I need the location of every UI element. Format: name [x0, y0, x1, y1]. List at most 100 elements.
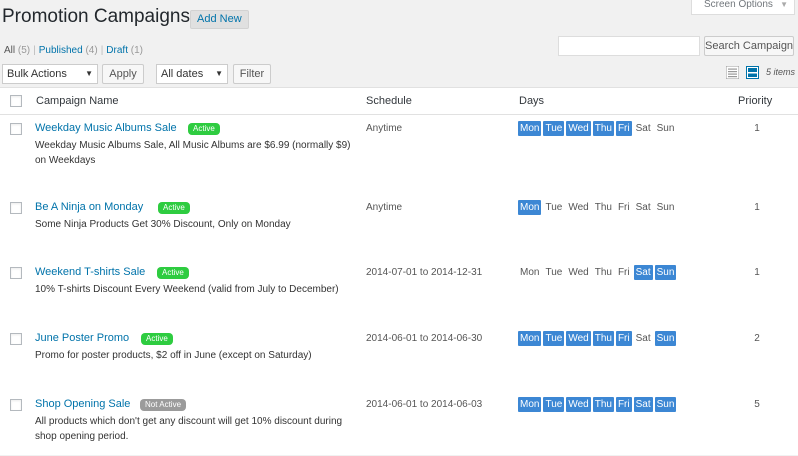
- day-sat: Sat: [635, 202, 651, 213]
- table-row: Be A Ninja on Monday Active Some Ninja P…: [0, 195, 798, 255]
- campaign-description: Weekday Music Albums Sale, All Music Alb…: [35, 140, 351, 166]
- campaign-description: All products which don't get any discoun…: [35, 416, 343, 442]
- row-checkbox[interactable]: [10, 267, 22, 279]
- campaign-days: Mon Tue Wed Thu Fri Sat Sun: [518, 121, 678, 136]
- campaign-description: Promo for poster products, $2 off in Jun…: [35, 350, 312, 361]
- view-draft[interactable]: Draft (1): [106, 45, 143, 56]
- campaign-description: 10% T-shirts Discount Every Weekend (val…: [35, 284, 339, 295]
- separator: |: [33, 45, 36, 56]
- day-sun: Sun: [656, 123, 675, 134]
- day-tue: Tue: [543, 121, 565, 136]
- day-wed: Wed: [566, 121, 591, 136]
- campaign-priority: 1: [754, 123, 760, 134]
- chevron-down-icon: ▼: [85, 69, 93, 78]
- day-tue: Tue: [543, 397, 565, 412]
- day-tue: Tue: [545, 267, 563, 278]
- bulk-actions-value: Bulk Actions: [7, 68, 67, 80]
- search-campaign-button[interactable]: Search Campaign: [704, 36, 794, 56]
- campaign-schedule: 2014-06-01 to 2014-06-30: [366, 333, 483, 344]
- campaign-name-link[interactable]: Be A Ninja on Monday: [35, 201, 143, 213]
- column-days: Days: [519, 95, 545, 107]
- campaign-schedule: Anytime: [366, 123, 403, 134]
- table-row: Weekday Music Albums Sale Active Weekday…: [0, 116, 798, 193]
- day-thu: Thu: [592, 397, 614, 412]
- view-published[interactable]: Published (4): [39, 45, 98, 56]
- table-row: June Poster Promo Active Promo for poste…: [0, 326, 798, 386]
- select-all-checkbox[interactable]: [10, 95, 22, 107]
- table-header: Campaign Name Schedule Days Priority: [0, 88, 798, 115]
- campaign-schedule: 2014-07-01 to 2014-12-31: [366, 267, 483, 278]
- day-fri: Fri: [615, 331, 632, 346]
- day-sun: Sun: [654, 397, 677, 412]
- campaign-days: Mon Tue Wed Thu Fri Sat Sun: [518, 265, 678, 280]
- row-checkbox[interactable]: [10, 399, 22, 411]
- day-thu: Thu: [594, 267, 612, 278]
- day-fri: Fri: [617, 267, 630, 278]
- day-fri: Fri: [615, 397, 632, 412]
- day-mon: Mon: [518, 397, 542, 412]
- page-title: Promotion Campaigns: [2, 6, 190, 27]
- chevron-down-icon: ▼: [780, 0, 788, 9]
- campaign-name-link[interactable]: Weekend T-shirts Sale: [35, 266, 145, 278]
- status-badge: Active: [141, 333, 173, 345]
- list-view-icon[interactable]: [726, 66, 739, 79]
- day-wed: Wed: [566, 331, 591, 346]
- view-all-label: All: [4, 45, 16, 56]
- search-input[interactable]: [558, 36, 700, 56]
- row-checkbox[interactable]: [10, 123, 22, 135]
- day-sat: Sat: [635, 333, 651, 344]
- dates-select[interactable]: All dates ▼: [156, 64, 228, 84]
- view-draft-label: Draft: [106, 45, 128, 56]
- column-schedule: Schedule: [366, 95, 412, 107]
- status-views: All (5) | Published (4) | Draft (1): [4, 45, 143, 56]
- view-draft-count: (1): [130, 45, 143, 56]
- status-badge: Not Active: [140, 399, 187, 411]
- day-tue: Tue: [543, 331, 565, 346]
- view-published-count: (4): [85, 45, 98, 56]
- dates-value: All dates: [161, 68, 204, 80]
- row-checkbox[interactable]: [10, 202, 22, 214]
- separator: |: [100, 45, 104, 56]
- campaign-schedule: 2014-06-01 to 2014-06-03: [366, 399, 483, 410]
- table-row: Weekend T-shirts Sale Active 10% T-shirt…: [0, 260, 798, 320]
- campaign-name-link[interactable]: June Poster Promo: [35, 332, 129, 344]
- chevron-down-icon: ▼: [215, 69, 223, 78]
- filter-button[interactable]: Filter: [233, 64, 271, 84]
- status-badge: Active: [188, 123, 220, 135]
- apply-button[interactable]: Apply: [102, 64, 144, 84]
- day-wed: Wed: [568, 202, 589, 213]
- campaign-schedule: Anytime: [366, 202, 403, 213]
- day-sun: Sun: [654, 265, 677, 280]
- campaign-priority: 2: [754, 333, 760, 344]
- items-count: 5 items: [766, 67, 796, 77]
- campaign-description: Some Ninja Products Get 30% Discount, On…: [35, 219, 291, 230]
- campaign-days: Mon Tue Wed Thu Fri Sat Sun: [518, 200, 678, 215]
- view-all-count: (5): [17, 45, 31, 56]
- screen-options-button[interactable]: Screen Options ▼: [691, 0, 795, 15]
- bulk-actions-select[interactable]: Bulk Actions ▼: [2, 64, 98, 84]
- day-mon: Mon: [518, 121, 542, 136]
- screen-options-label: Screen Options: [704, 0, 773, 10]
- day-wed: Wed: [566, 397, 591, 412]
- status-badge: Active: [158, 202, 190, 214]
- day-thu: Thu: [592, 121, 614, 136]
- view-all[interactable]: All (5): [4, 45, 30, 56]
- excerpt-view-icon[interactable]: [746, 66, 759, 79]
- table-row: Shop Opening Sale Not Active All product…: [0, 392, 798, 456]
- status-badge: Active: [157, 267, 189, 279]
- day-sat: Sat: [633, 397, 653, 412]
- day-sun: Sun: [656, 202, 675, 213]
- day-mon: Mon: [520, 267, 540, 278]
- day-sat: Sat: [633, 265, 653, 280]
- campaign-priority: 1: [754, 267, 760, 278]
- day-mon: Mon: [518, 331, 542, 346]
- campaign-name-link[interactable]: Shop Opening Sale: [35, 398, 130, 410]
- campaign-name-link[interactable]: Weekday Music Albums Sale: [35, 122, 177, 134]
- day-sat: Sat: [635, 123, 651, 134]
- day-fri: Fri: [615, 121, 632, 136]
- row-checkbox[interactable]: [10, 333, 22, 345]
- campaigns-table: Campaign Name Schedule Days Priority Wee…: [0, 87, 798, 455]
- add-new-button[interactable]: Add New: [190, 10, 249, 29]
- column-campaign-name[interactable]: Campaign Name: [36, 95, 119, 107]
- day-wed: Wed: [568, 267, 589, 278]
